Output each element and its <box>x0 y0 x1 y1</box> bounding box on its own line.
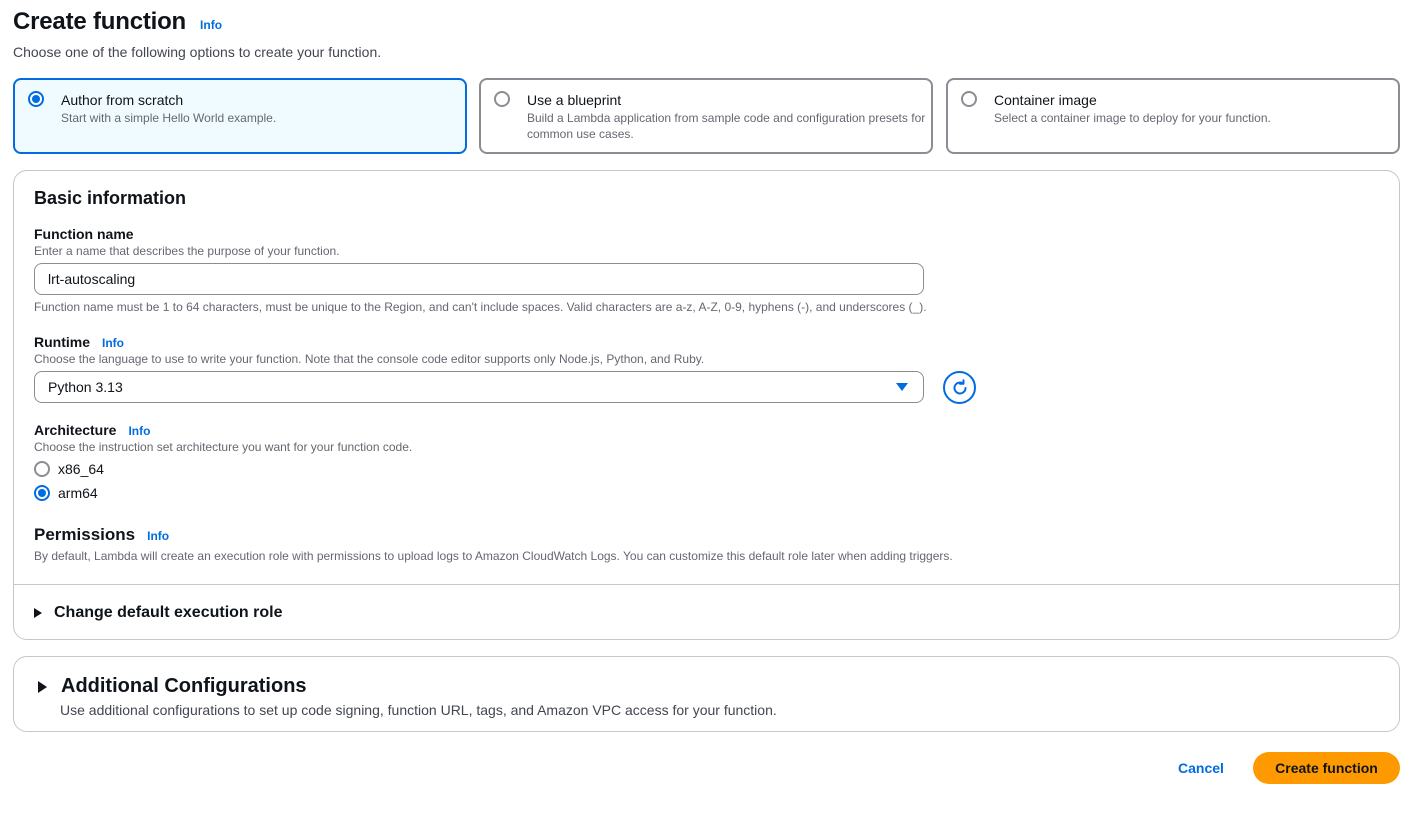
option-description: Build a Lambda application from sample c… <box>527 111 926 141</box>
page-title: Create function <box>13 8 187 35</box>
option-title: Author from scratch <box>61 92 184 108</box>
cancel-button[interactable]: Cancel <box>1166 752 1236 784</box>
architecture-label-text: Architecture <box>34 422 117 438</box>
permissions-info-link[interactable]: Info <box>147 529 169 543</box>
additional-configurations-expander[interactable]: Additional Configurations <box>38 675 307 698</box>
radio-label: arm64 <box>58 485 98 501</box>
function-name-label-text: Function name <box>34 226 134 242</box>
runtime-label: Runtime Info <box>34 334 124 350</box>
radio-author-from-scratch[interactable] <box>28 91 44 107</box>
page-header: Create function Info <box>13 8 222 36</box>
additional-configurations-panel: Additional Configurations Use additional… <box>13 656 1400 732</box>
radio-container-image[interactable] <box>961 91 977 107</box>
expander-label: Change default execution role <box>54 604 283 621</box>
caret-right-icon <box>34 608 42 618</box>
function-name-input[interactable] <box>34 263 924 295</box>
change-default-execution-role-expander[interactable]: Change default execution role <box>34 604 282 622</box>
radio-x86-64[interactable] <box>34 461 50 477</box>
radio-use-a-blueprint[interactable] <box>494 91 510 107</box>
architecture-label: Architecture Info <box>34 422 150 438</box>
function-name-description: Enter a name that describes the purpose … <box>34 244 340 258</box>
page-info-link[interactable]: Info <box>200 18 222 32</box>
architecture-option-arm64[interactable]: arm64 <box>34 485 98 501</box>
architecture-option-x86-64[interactable]: x86_64 <box>34 461 104 477</box>
page-subtitle: Choose one of the following options to c… <box>13 44 382 60</box>
basic-information-panel: Basic information Function name Enter a … <box>13 170 1400 640</box>
option-description: Select a container image to deploy for y… <box>994 111 1271 125</box>
radio-arm64[interactable] <box>34 485 50 501</box>
option-use-a-blueprint[interactable]: Use a blueprint Build a Lambda applicati… <box>479 78 933 154</box>
permissions-title: Permissions Info <box>34 525 169 545</box>
option-author-from-scratch[interactable]: Author from scratch Start with a simple … <box>13 78 467 154</box>
permissions-description: By default, Lambda will create an execut… <box>34 549 953 563</box>
refresh-runtime-button[interactable] <box>943 371 976 404</box>
caret-down-icon <box>896 383 908 391</box>
runtime-label-text: Runtime <box>34 334 90 350</box>
option-title: Container image <box>994 92 1097 108</box>
caret-right-icon <box>38 680 47 693</box>
section-title-basic-information: Basic information <box>34 188 187 208</box>
section-divider <box>14 584 1399 585</box>
runtime-info-link[interactable]: Info <box>102 336 124 350</box>
architecture-description: Choose the instruction set architecture … <box>34 440 413 454</box>
function-name-label: Function name <box>34 226 134 242</box>
option-container-image[interactable]: Container image Select a container image… <box>946 78 1400 154</box>
additional-configurations-description: Use additional configurations to set up … <box>60 702 777 718</box>
function-name-constraint: Function name must be 1 to 64 characters… <box>34 300 927 314</box>
runtime-description: Choose the language to use to write your… <box>34 352 705 366</box>
runtime-select[interactable]: Python 3.13 <box>34 371 924 403</box>
create-function-button[interactable]: Create function <box>1253 752 1400 784</box>
additional-configurations-title: Additional Configurations <box>61 675 307 697</box>
option-description: Start with a simple Hello World example. <box>61 111 277 125</box>
runtime-selected-value: Python 3.13 <box>48 379 123 395</box>
architecture-info-link[interactable]: Info <box>128 424 150 438</box>
refresh-icon <box>953 378 966 394</box>
permissions-title-text: Permissions <box>34 525 136 544</box>
option-title: Use a blueprint <box>527 92 622 108</box>
radio-label: x86_64 <box>58 461 104 477</box>
